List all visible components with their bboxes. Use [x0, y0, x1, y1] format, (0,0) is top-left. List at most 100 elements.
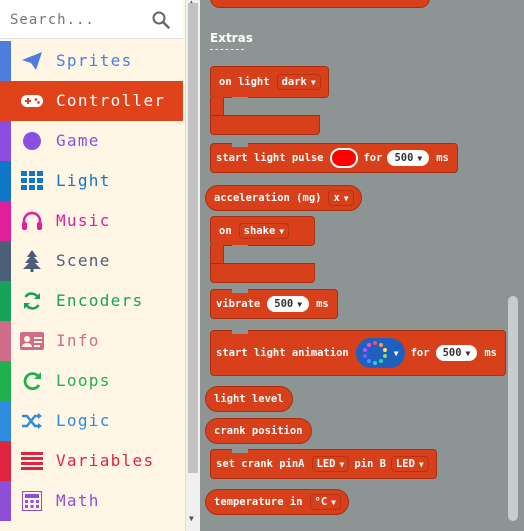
block-text: acceleration (mg)	[214, 192, 322, 204]
pin-a-dropdown[interactable]: LED ▼	[311, 456, 350, 472]
block-text: crank position	[214, 425, 303, 437]
scroll-down-arrow-icon[interactable]: ▼	[189, 514, 194, 523]
duration-input[interactable]: 500 ▼	[267, 296, 310, 312]
dropdown-value: LED	[395, 458, 415, 470]
toolbox-scrollbar[interactable]: ▲ ▼	[185, 0, 200, 531]
block-notch	[232, 330, 248, 334]
category-label: Math	[56, 491, 100, 510]
duration-input[interactable]: 500 ▼	[387, 150, 430, 166]
category-loops[interactable]: Loops	[0, 361, 183, 401]
light-pulse-block[interactable]: start light pulse for 500 ▼ ms	[210, 143, 458, 173]
category-label: Game	[56, 131, 100, 150]
flyout-heading: Extras	[210, 31, 253, 45]
block-text: temperature in	[214, 496, 303, 508]
dropdown-value: dark	[281, 76, 307, 88]
color-picker[interactable]	[330, 148, 359, 168]
block-text: pin B	[354, 458, 386, 470]
temperature-unit-dropdown[interactable]: °C ▼	[309, 494, 341, 510]
block-text: start light pulse	[216, 152, 324, 164]
block-text: on light	[219, 76, 270, 88]
set-crank-block[interactable]: set crank pinA LED ▼ pin B LED ▼	[210, 449, 437, 479]
vibrate-block[interactable]: vibrate 500 ▼ ms	[210, 289, 338, 319]
partial-block[interactable]	[210, 0, 430, 8]
tree-icon	[20, 250, 44, 272]
on-shake-block[interactable]: on shake ▼	[210, 216, 315, 246]
paper-plane-icon	[20, 50, 44, 72]
number-value: 500	[442, 347, 462, 359]
unit-text: ms	[484, 347, 498, 359]
search-bar	[0, 0, 183, 39]
category-sprites[interactable]: Sprites	[0, 41, 183, 81]
category-label: Music	[56, 211, 111, 230]
block-text: light level	[214, 393, 284, 405]
flyout-scrollbar[interactable]	[508, 296, 518, 521]
category-label: Scene	[56, 251, 111, 270]
axis-dropdown[interactable]: x ▼	[328, 190, 354, 206]
light-level-block[interactable]: light level	[205, 386, 293, 412]
temperature-block[interactable]: temperature in °C ▼	[205, 489, 349, 515]
crank-position-block[interactable]: crank position	[205, 418, 312, 444]
c-block-foot	[210, 263, 315, 283]
unit-text: ms	[436, 152, 449, 164]
toolbox-scroll-thumb[interactable]	[188, 3, 198, 473]
block-text: set crank pinA	[216, 458, 305, 470]
dropdown-arrow-icon: ▼	[417, 153, 423, 163]
dropdown-arrow-icon: ▼	[393, 348, 399, 358]
block-notch	[232, 449, 248, 453]
unit-text: ms	[316, 298, 329, 310]
search-input[interactable]	[10, 6, 145, 34]
light-animation-block[interactable]: start light animation ▼ for 500 ▼ ms	[210, 330, 507, 376]
acceleration-block[interactable]: acceleration (mg) x ▼	[205, 185, 362, 211]
block-notch	[232, 289, 248, 293]
headphones-icon	[20, 210, 44, 232]
dropdown-arrow-icon: ▼	[297, 299, 303, 309]
calculator-icon	[20, 490, 44, 512]
gesture-dropdown[interactable]: shake ▼	[238, 223, 290, 239]
category-label: Light	[56, 171, 111, 190]
gamepad-icon	[20, 90, 44, 112]
pin-b-dropdown[interactable]: LED ▼	[390, 456, 429, 472]
category-label: Encoders	[56, 291, 144, 310]
block-text: for	[410, 347, 430, 359]
shuffle-icon	[20, 410, 44, 432]
category-logic[interactable]: Logic	[0, 401, 183, 441]
category-scene[interactable]: Scene	[0, 241, 183, 281]
dropdown-arrow-icon: ▼	[279, 226, 285, 236]
category-math[interactable]: Math	[0, 481, 183, 521]
dropdown-value: °C	[314, 496, 328, 508]
dropdown-value: LED	[316, 458, 336, 470]
circle-icon	[20, 130, 44, 152]
category-label: Info	[56, 331, 100, 350]
list-icon	[20, 450, 44, 472]
category-controller[interactable]: Controller	[0, 81, 183, 121]
c-block-foot	[210, 115, 320, 135]
dropdown-value: x	[333, 192, 340, 204]
category-light[interactable]: Light	[0, 161, 183, 201]
on-light-block[interactable]: on light dark ▼	[210, 66, 329, 98]
animation-picker[interactable]: ▼	[355, 338, 405, 368]
category-label: Variables	[56, 451, 155, 470]
number-value: 500	[394, 152, 414, 164]
category-variables[interactable]: Variables	[0, 441, 183, 481]
block-text: vibrate	[216, 298, 261, 310]
dropdown-arrow-icon: ▼	[465, 348, 471, 358]
dropdown-arrow-icon: ▼	[343, 193, 349, 203]
dropdown-value: shake	[243, 225, 276, 237]
number-value: 500	[274, 298, 294, 310]
category-label: Controller	[56, 91, 166, 110]
category-encoders[interactable]: Encoders	[0, 281, 183, 321]
light-state-dropdown[interactable]: dark ▼	[276, 74, 321, 90]
block-notch	[232, 245, 248, 250]
duration-input[interactable]: 500 ▼	[435, 345, 478, 361]
category-game[interactable]: Game	[0, 121, 183, 161]
category-music[interactable]: Music	[0, 201, 183, 241]
block-text: for	[363, 152, 383, 164]
search-icon[interactable]	[152, 11, 170, 29]
block-notch	[232, 143, 248, 147]
c-block-arm	[210, 245, 224, 265]
block-text: start light animation	[216, 347, 349, 359]
dropdown-arrow-icon: ▼	[331, 497, 336, 507]
block-notch	[232, 97, 248, 102]
category-label: Logic	[56, 411, 111, 430]
category-info[interactable]: Info	[0, 321, 183, 361]
